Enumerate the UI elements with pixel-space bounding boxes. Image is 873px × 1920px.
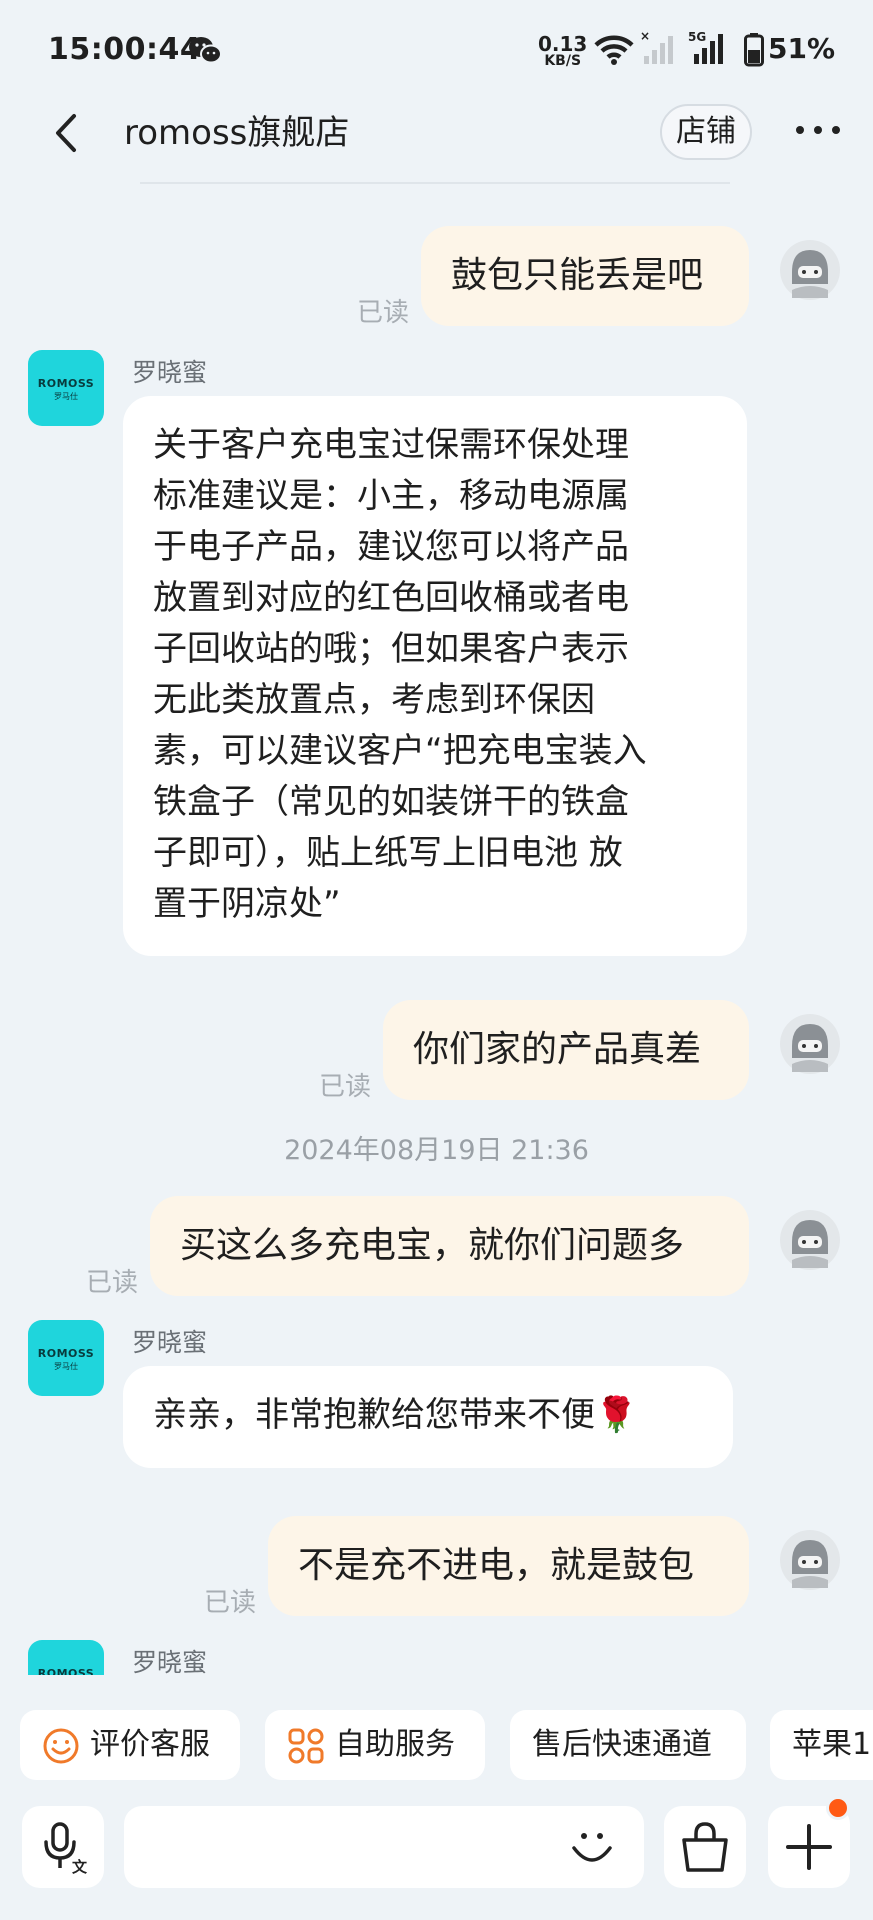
signal-sim1-icon: × <box>640 30 678 66</box>
wifi-icon <box>594 34 634 66</box>
quick-action-rate-service[interactable]: 评价客服 <box>20 1710 240 1780</box>
message-bubble-me[interactable]: 鼓包只能丢是吧 <box>421 226 749 326</box>
shop-title: romoss旗舰店 <box>124 113 350 153</box>
quick-action-apple[interactable]: 苹果1 <box>770 1710 873 1780</box>
message-line: 铁盒子（常见的如装饼干的铁盒 <box>153 782 629 822</box>
notification-dot <box>826 1796 850 1820</box>
svg-text:文: 文 <box>72 1858 88 1876</box>
shop-avatar-sub: 罗马仕 <box>54 392 78 401</box>
user-avatar[interactable] <box>778 238 842 302</box>
sender-name: 罗晓蜜 <box>132 1648 208 1675</box>
message-bubble-me[interactable]: 买这么多充电宝，就你们问题多 <box>150 1196 749 1296</box>
shop-avatar[interactable]: ROMOSS 罗马仕 <box>28 1640 104 1675</box>
read-status: 已读 <box>319 1072 372 1102</box>
back-button[interactable] <box>42 108 92 158</box>
shop-avatar[interactable]: ROMOSS 罗马仕 <box>28 1320 104 1396</box>
grid-icon <box>287 1727 325 1765</box>
message-line: 素，可以建议客户“把充电宝装入 <box>153 731 647 771</box>
more-options-icon[interactable] <box>796 124 844 138</box>
message-line: 于电子产品，建议您可以将产品 <box>153 527 629 567</box>
quick-actions-bar: 评价客服 自助服务 售后快速通道 苹果1 <box>0 1710 873 1782</box>
quick-action-label: 苹果1 <box>792 1727 872 1762</box>
message-line: 关于客户充电宝过保需环保处理 <box>153 425 629 465</box>
message-bubble-shop[interactable]: 亲亲，非常抱歉给您带来不便🌹 <box>123 1366 733 1468</box>
shopping-bag-icon <box>682 1822 728 1872</box>
smile-icon <box>42 1727 80 1765</box>
shop-avatar-sub: 罗马仕 <box>54 1362 78 1371</box>
network-speed-value: 0.13 <box>538 32 588 56</box>
header-divider <box>140 182 730 184</box>
shop-avatar-brand: ROMOSS <box>37 377 95 390</box>
shop-avatar-brand: ROMOSS <box>37 1347 95 1360</box>
network-speed: 0.13 KB/S <box>538 34 587 68</box>
voice-translate-icon: 文 <box>44 1822 88 1876</box>
chat-messages: 鼓包只能丢是吧 已读 ROMOSS 罗马仕 罗晓蜜 关于客户充电宝过保需环保处理… <box>0 210 873 1675</box>
message-line: 无此类放置点，考虑到环保因 <box>153 680 595 720</box>
network-type: 5G <box>688 30 706 44</box>
sender-name: 罗晓蜜 <box>132 358 208 387</box>
battery-percent: 51% <box>768 32 836 65</box>
emoji-icon[interactable] <box>568 1822 616 1870</box>
user-avatar[interactable] <box>778 1208 842 1272</box>
read-status: 已读 <box>357 298 410 328</box>
user-avatar[interactable] <box>778 1528 842 1592</box>
status-time: 15:00:44 <box>48 32 202 67</box>
shopping-bag-button[interactable] <box>664 1806 746 1888</box>
message-line: 放置到对应的红色回收桶或者电 <box>153 578 629 618</box>
quick-action-self-service[interactable]: 自助服务 <box>265 1710 485 1780</box>
signal-5g-icon: 5G <box>688 30 728 66</box>
quick-action-label: 售后快速通道 <box>532 1727 712 1762</box>
message-line: 子即可），贴上纸写上旧电池 放 <box>153 833 623 873</box>
shop-avatar-brand: ROMOSS <box>37 1667 95 1675</box>
input-bar: 文 <box>0 1796 873 1920</box>
svg-text:×: × <box>640 30 650 43</box>
message-bubble-shop[interactable]: 关于客户充电宝过保需环保处理 标准建议是：小主，移动电源属 于电子产品，建议您可… <box>123 396 747 956</box>
message-line: 子回收站的哦；但如果客户表示 <box>153 629 629 669</box>
chevron-left-icon <box>56 114 76 152</box>
message-bubble-me[interactable]: 不是充不进电，就是鼓包 <box>268 1516 749 1616</box>
quick-action-aftersales[interactable]: 售后快速通道 <box>510 1710 746 1780</box>
read-status: 已读 <box>204 1588 257 1618</box>
chat-header: romoss旗舰店 店铺 <box>0 100 873 210</box>
quick-action-label: 评价客服 <box>90 1727 210 1762</box>
message-bubble-me[interactable]: 你们家的产品真差 <box>383 1000 749 1100</box>
network-speed-unit: KB/S <box>544 53 582 69</box>
shop-avatar[interactable]: ROMOSS 罗马仕 <box>28 350 104 426</box>
battery-icon <box>744 33 764 67</box>
message-input[interactable] <box>124 1806 644 1888</box>
message-line: 置于阴凉处” <box>153 884 341 924</box>
sender-name: 罗晓蜜 <box>132 1328 208 1357</box>
status-bar: 15:00:44 0.13 KB/S × 5G 51% <box>0 0 873 100</box>
message-timestamp: 2024年08月19日 21:36 <box>284 1135 589 1166</box>
message-line: 标准建议是：小主，移动电源属 <box>153 476 629 516</box>
user-avatar[interactable] <box>778 1012 842 1076</box>
wechat-icon <box>188 36 222 64</box>
voice-translate-button[interactable]: 文 <box>22 1806 104 1888</box>
quick-action-label: 自助服务 <box>335 1727 455 1762</box>
read-status: 已读 <box>86 1268 139 1298</box>
store-button[interactable]: 店铺 <box>660 104 752 160</box>
